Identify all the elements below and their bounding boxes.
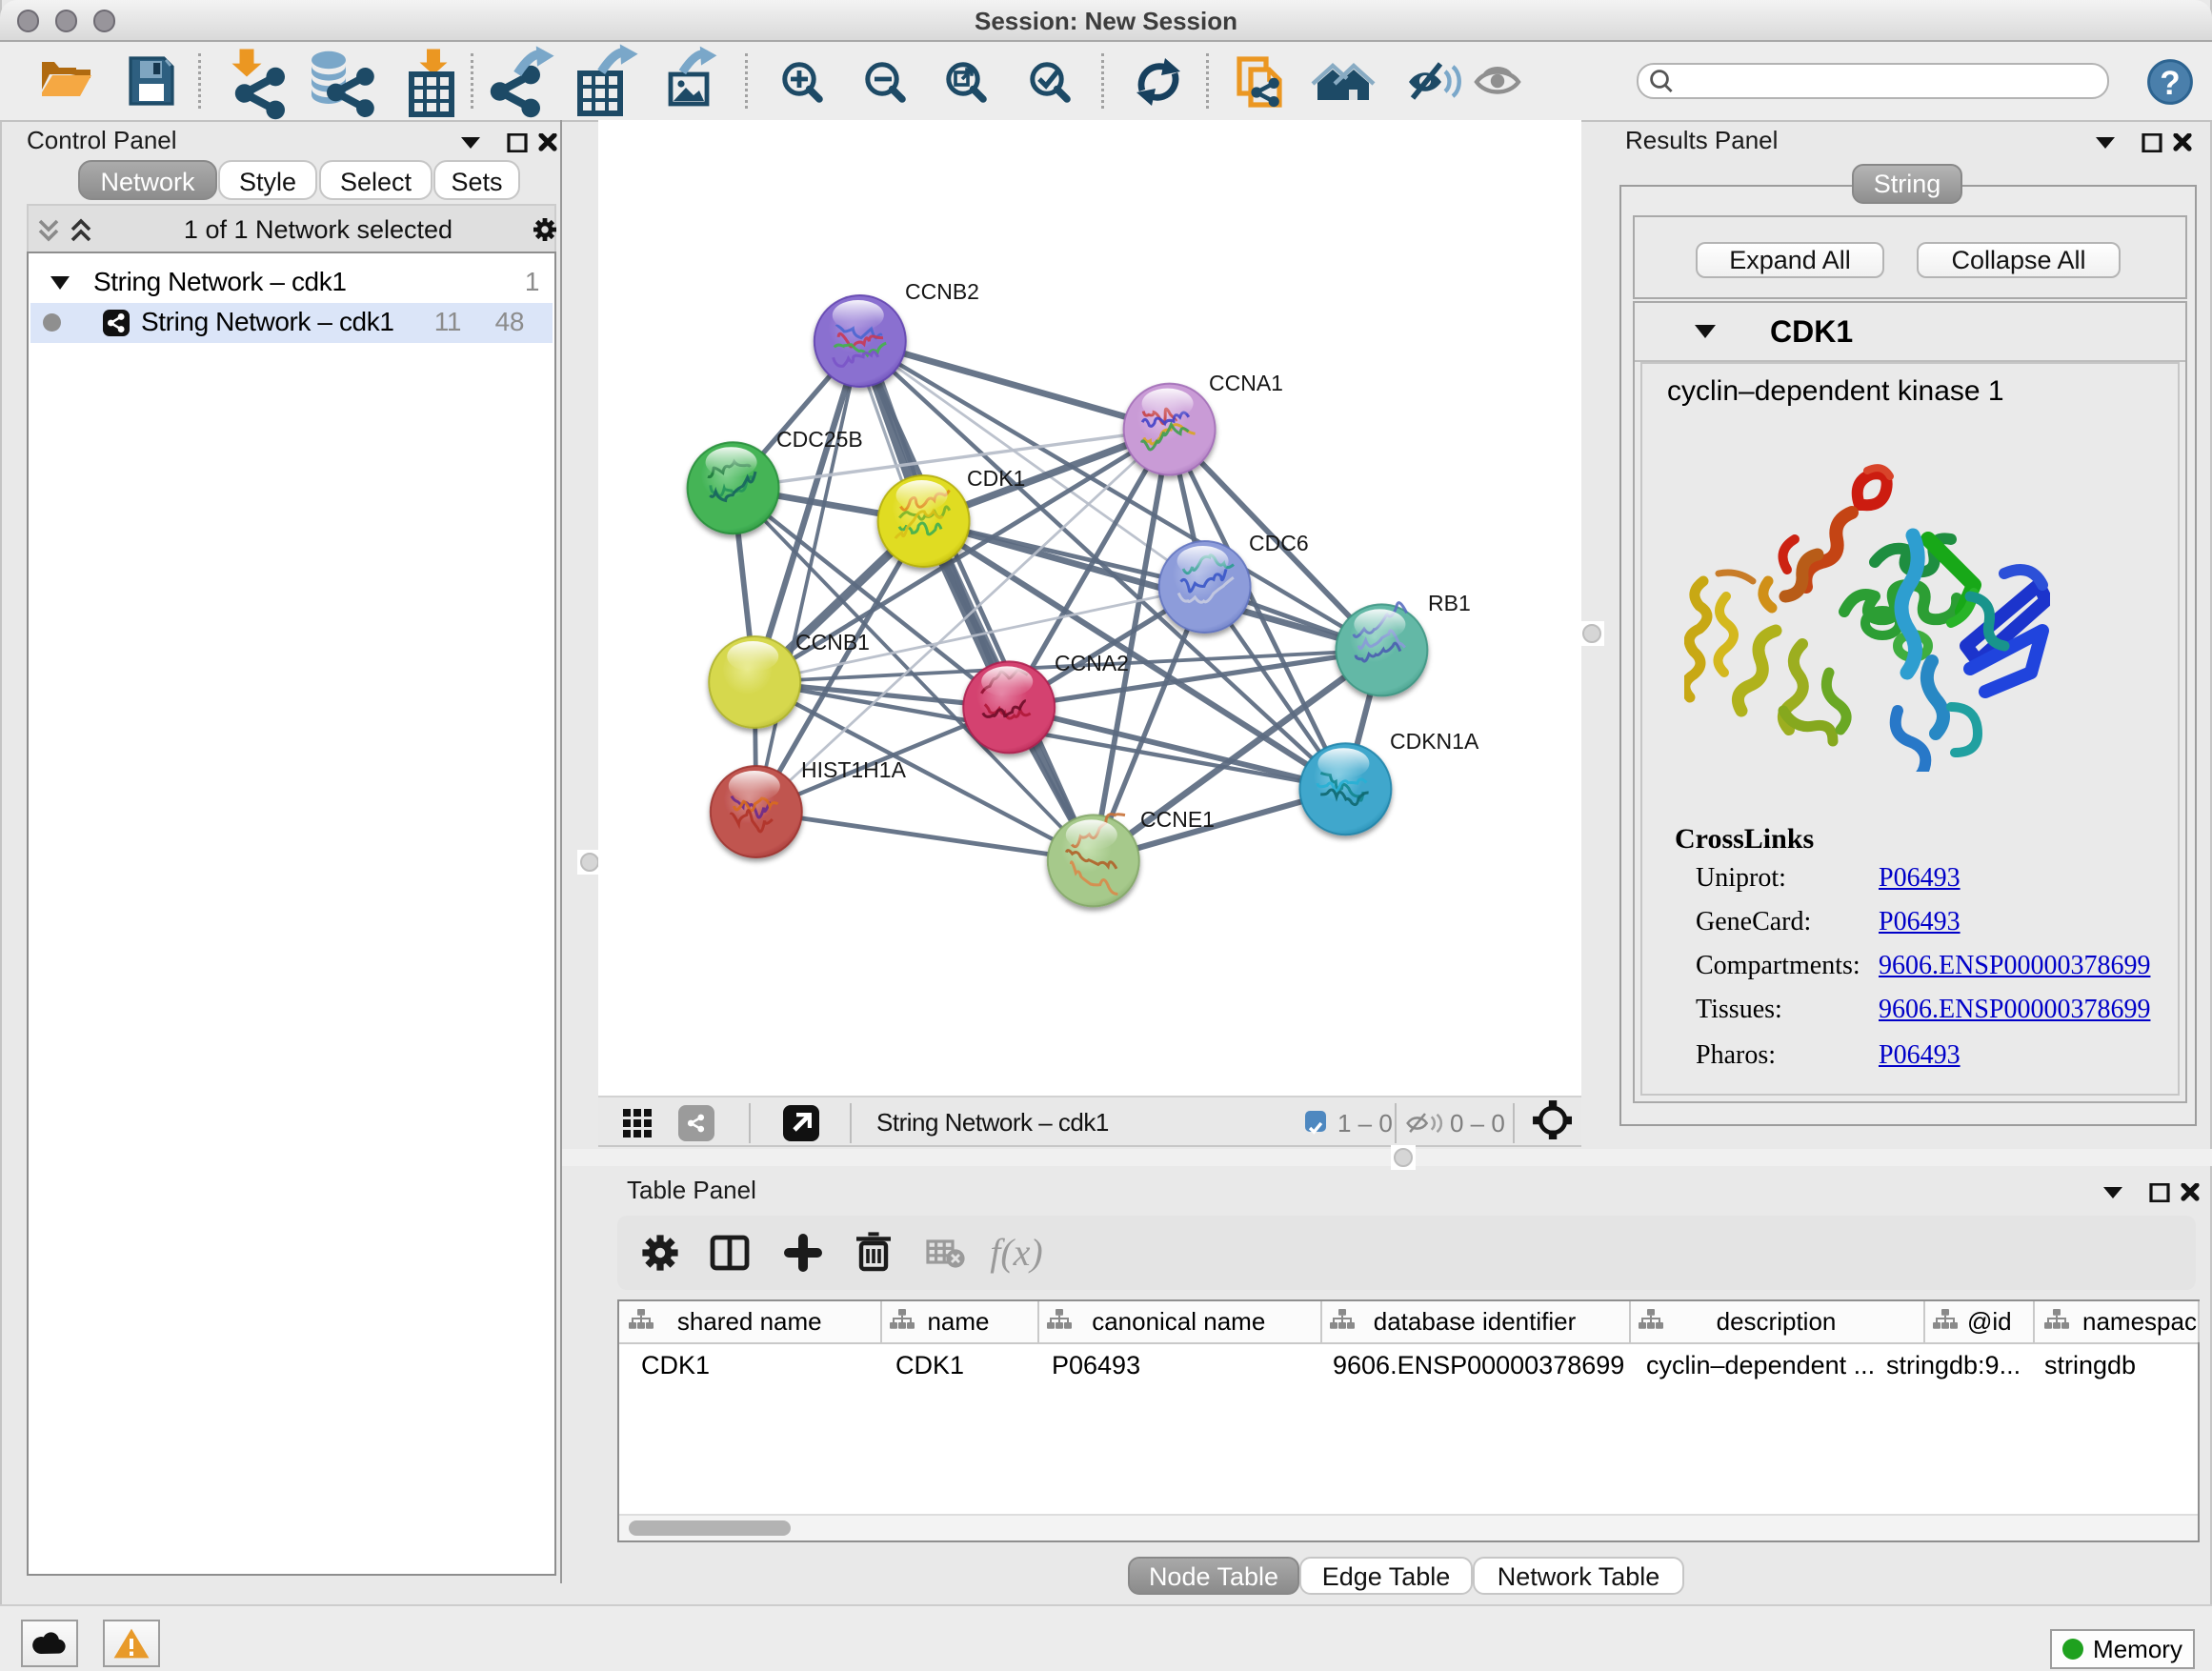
svg-text:CDKN1A: CDKN1A [1390, 729, 1479, 754]
svg-text:CDK1: CDK1 [967, 466, 1025, 491]
svg-text:?: ? [2160, 65, 2180, 102]
svg-text:CCNA2: CCNA2 [1055, 651, 1129, 675]
svg-text:CCNE1: CCNE1 [1140, 807, 1215, 832]
svg-text:CCNB1: CCNB1 [795, 630, 870, 654]
svg-text:f(x): f(x) [990, 1231, 1043, 1274]
svg-text:CDC25B: CDC25B [776, 427, 863, 452]
svg-text:HIST1H1A: HIST1H1A [801, 757, 907, 782]
svg-text:CCNB2: CCNB2 [905, 279, 979, 304]
svg-text:CCNA1: CCNA1 [1209, 371, 1283, 395]
svg-text:CDC6: CDC6 [1249, 531, 1309, 555]
svg-text:RB1: RB1 [1428, 591, 1471, 615]
